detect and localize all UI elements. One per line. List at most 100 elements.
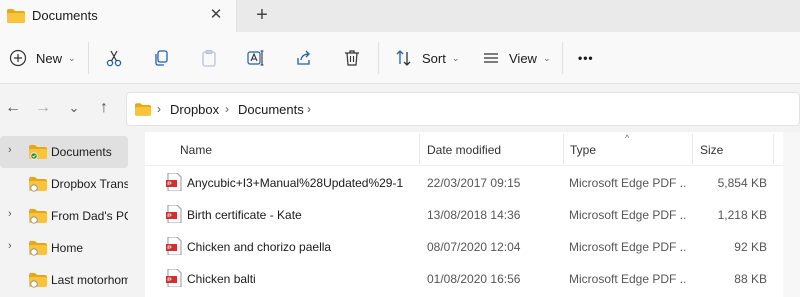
- sidebar-item-label: From Dad's PC: [51, 209, 128, 223]
- folder-icon: [29, 177, 47, 195]
- column-header-row: ^ Name Date modified Type Size: [145, 132, 800, 166]
- file-name: Birth certificate - Kate: [187, 208, 302, 222]
- sidebar-item-label: Documents: [51, 145, 112, 159]
- file-list: ^ Name Date modified Type Size Anycubic+…: [145, 132, 800, 297]
- new-label: New: [36, 50, 63, 66]
- sort-indicator-icon: ^: [625, 133, 630, 143]
- column-header-type[interactable]: Type: [570, 143, 596, 157]
- file-size: 88 KB: [734, 272, 767, 286]
- pdf-file-icon: [166, 172, 182, 194]
- divider: [88, 42, 89, 74]
- table-row[interactable]: Birth certificate - Kate 13/08/2018 14:3…: [145, 198, 800, 230]
- view-lines-icon: [481, 48, 501, 68]
- pdf-file-icon: [166, 204, 182, 226]
- file-name: Chicken balti: [187, 272, 256, 286]
- file-size: 1,218 KB: [717, 208, 767, 222]
- folder-synced-icon: [29, 145, 47, 163]
- trash-icon: [342, 48, 362, 68]
- sort-icon: [394, 48, 414, 68]
- chevron-down-icon: ⌄: [68, 52, 76, 63]
- clipboard-icon: [199, 48, 219, 68]
- plus-circle-icon: [8, 48, 28, 68]
- sidebar-item-home[interactable]: › Home: [0, 232, 128, 264]
- breadcrumb-separator-icon: ›: [157, 102, 161, 116]
- table-row[interactable]: Chicken and chorizo paella 08/07/2020 12…: [145, 230, 800, 262]
- recent-locations-chevron-icon[interactable]: ⌄: [63, 97, 85, 119]
- file-type: Microsoft Edge PDF ...: [569, 240, 687, 254]
- folder-icon: [135, 103, 151, 119]
- folder-icon: [29, 273, 47, 291]
- file-date-modified: 08/07/2020 12:04: [427, 240, 521, 254]
- pdf-file-icon: [166, 236, 182, 258]
- file-type: Microsoft Edge PDF ...: [569, 208, 687, 222]
- cut-button[interactable]: [104, 46, 124, 70]
- share-button[interactable]: [294, 46, 314, 70]
- divider: [562, 42, 563, 74]
- column-divider[interactable]: [563, 134, 564, 164]
- folder-icon: [29, 209, 47, 227]
- sort-button[interactable]: Sort ⌄: [394, 46, 459, 70]
- breadcrumb-dropbox[interactable]: Dropbox: [170, 102, 219, 117]
- pdf-file-icon: [166, 268, 182, 290]
- file-type: Microsoft Edge PDF ...: [569, 272, 687, 286]
- sidebar-item-from-dads-pc[interactable]: › From Dad's PC: [0, 200, 128, 232]
- back-arrow-icon[interactable]: ←: [2, 97, 24, 119]
- address-bar[interactable]: › Dropbox › Documents ›: [126, 92, 800, 126]
- file-size: 92 KB: [734, 240, 767, 254]
- sidebar-item-last-motorhome[interactable]: Last motorhome: [0, 264, 128, 296]
- share-icon: [294, 48, 314, 68]
- sidebar-item-dropbox-transfer[interactable]: Dropbox Transfer: [0, 168, 128, 200]
- file-date-modified: 13/08/2018 14:36: [427, 208, 521, 222]
- tab-strip: Documents ✕ +: [0, 0, 800, 32]
- more-options-button[interactable]: •••: [578, 46, 594, 70]
- file-name: Anycubic+I3+Manual%28Updated%29-1: [187, 176, 404, 190]
- new-tab-button[interactable]: +: [252, 4, 272, 26]
- table-row[interactable]: Chicken balti 01/08/2020 16:56 Microsoft…: [145, 262, 800, 294]
- new-button[interactable]: New ⌄: [8, 46, 76, 70]
- file-name: Chicken and chorizo paella: [187, 240, 332, 254]
- file-size: 5,854 KB: [717, 176, 767, 190]
- folder-icon: [7, 9, 25, 26]
- tab-title: Documents: [32, 8, 98, 23]
- sidebar-item-label: Last motorhome: [51, 273, 128, 287]
- column-header-date-modified[interactable]: Date modified: [427, 143, 501, 157]
- copy-icon: [151, 48, 171, 68]
- forward-arrow-icon[interactable]: →: [32, 97, 54, 119]
- file-type: Microsoft Edge PDF ...: [569, 176, 687, 190]
- rename-icon: [246, 48, 266, 68]
- column-header-size[interactable]: Size: [700, 143, 723, 157]
- file-date-modified: 01/08/2020 16:56: [427, 272, 521, 286]
- chevron-down-icon: ⌄: [451, 52, 460, 63]
- close-tab-icon[interactable]: ✕: [207, 6, 225, 24]
- rename-button[interactable]: [246, 46, 266, 70]
- address-row: ← → ⌄ ↑ › Dropbox › Documents ›: [0, 84, 800, 132]
- up-arrow-icon[interactable]: ↑: [93, 97, 115, 119]
- expand-chevron-icon[interactable]: ›: [8, 144, 12, 156]
- view-label: View: [509, 50, 537, 66]
- expand-chevron-icon[interactable]: ›: [8, 240, 12, 252]
- scissors-icon: [104, 48, 124, 68]
- tab-documents[interactable]: Documents ✕: [0, 0, 237, 32]
- breadcrumb-separator-icon: ›: [225, 102, 229, 116]
- chevron-down-icon: ⌄: [542, 52, 551, 63]
- column-divider[interactable]: [773, 134, 774, 164]
- navigation-pane: › Documents Dropbox Transfer › From Dad'…: [0, 132, 145, 297]
- breadcrumb-documents[interactable]: Documents: [238, 102, 304, 117]
- vertical-scrollbar[interactable]: [783, 132, 800, 297]
- sidebar-item-label: Home: [51, 241, 84, 255]
- paste-button[interactable]: [199, 46, 219, 70]
- file-date-modified: 22/03/2017 09:15: [427, 176, 521, 190]
- command-bar: New ⌄ Sort ⌄ View ⌄ •••: [0, 32, 800, 84]
- column-divider[interactable]: [419, 134, 420, 164]
- breadcrumb-separator-icon[interactable]: ›: [307, 102, 311, 116]
- column-header-name[interactable]: Name: [180, 143, 212, 157]
- table-row[interactable]: Anycubic+I3+Manual%28Updated%29-1 22/03/…: [145, 166, 800, 198]
- copy-button[interactable]: [151, 46, 171, 70]
- view-button[interactable]: View ⌄: [481, 46, 551, 70]
- sidebar-item-documents[interactable]: › Documents: [0, 136, 128, 168]
- expand-chevron-icon[interactable]: ›: [8, 208, 12, 220]
- sidebar-item-label: Dropbox Transfer: [51, 177, 128, 191]
- folder-icon: [29, 241, 47, 259]
- column-divider[interactable]: [692, 134, 693, 164]
- delete-button[interactable]: [342, 46, 362, 70]
